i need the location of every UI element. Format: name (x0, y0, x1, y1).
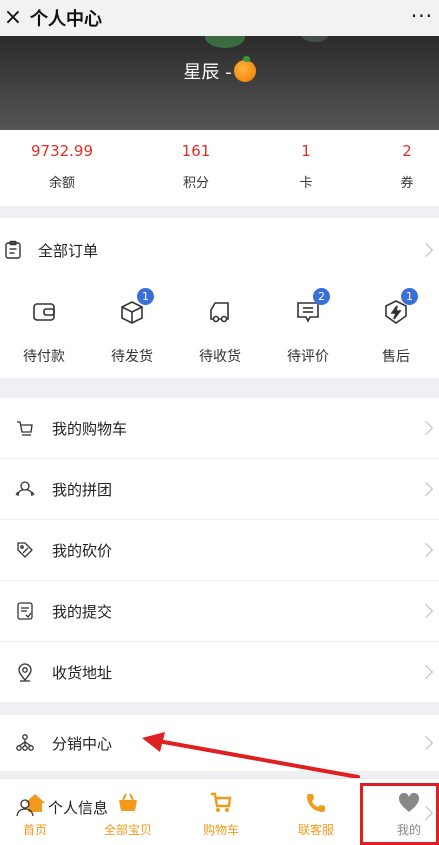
cart-icon (14, 417, 36, 439)
badge-count: 2 (313, 288, 330, 305)
wallet-icon (30, 298, 58, 326)
order-label: 待发货 (111, 349, 153, 365)
tab-label: 购物车 (202, 823, 239, 837)
document-check-icon (14, 600, 36, 622)
stat-value: 9732.99 (30, 142, 94, 160)
stat-value: 1 (301, 142, 311, 160)
stat-value: 2 (402, 142, 412, 160)
stat-label: 积分 (182, 176, 209, 191)
menu-label: 分销中心 (52, 734, 113, 753)
stat-label: 余额 (48, 176, 75, 191)
tab-label: 联客服 (297, 823, 334, 837)
annotation-highlight-box (360, 783, 439, 845)
menu-label: 我的提交 (52, 602, 113, 621)
stat-label: 卡 (299, 176, 313, 191)
group-users-icon (14, 478, 36, 500)
all-orders-row[interactable]: 全部订单 (0, 218, 439, 282)
more-menu-icon[interactable]: ··· (411, 0, 433, 32)
lightning-shield-icon: 1 (382, 288, 418, 326)
tab-customer-service[interactable]: 联客服 (281, 791, 351, 838)
chevron-right-icon (418, 242, 434, 258)
phone-icon (281, 791, 351, 819)
order-pending-payment[interactable]: 待付款 (4, 298, 84, 366)
order-after-sales[interactable]: 1 售后 (356, 288, 436, 366)
account-stats: 9732.99 余额 161 积分 1 卡 2 券 (0, 130, 439, 206)
order-label: 待收货 (199, 349, 241, 365)
stat-balance[interactable]: 9732.99 余额 (12, 142, 112, 191)
comment-icon: 2 (294, 288, 330, 326)
menu-label: 个人信息 (48, 798, 109, 817)
menu-group-buy[interactable]: 我的拼团 (0, 459, 439, 519)
user-nickname: 星辰 - (0, 56, 439, 84)
chevron-right-icon (418, 542, 434, 558)
tab-label: 首页 (22, 823, 47, 837)
all-orders-label: 全部订单 (38, 241, 99, 260)
orange-emoji-icon (233, 56, 256, 82)
chevron-right-icon (418, 481, 434, 497)
menu-label: 收货地址 (52, 663, 113, 682)
nickname-text: 星辰 - (183, 62, 232, 83)
cart-icon (186, 791, 256, 819)
stat-points[interactable]: 161 积分 (146, 142, 246, 191)
menu-label: 我的砍价 (52, 541, 113, 560)
stat-label: 券 (400, 176, 414, 191)
menu-address[interactable]: 收货地址 (0, 642, 439, 702)
page-title: 个人中心 (30, 9, 102, 30)
stat-value: 161 (181, 142, 211, 160)
order-label: 售后 (382, 349, 410, 365)
menu-label: 我的购物车 (52, 419, 128, 438)
location-pin-icon (14, 661, 36, 683)
tab-cart[interactable]: 购物车 (186, 791, 256, 838)
network-tree-icon (14, 732, 36, 754)
menu-distribution-center[interactable]: 分销中心 (0, 715, 439, 771)
order-status-bar: 待付款 1 待发货 待收货 2 待评价 1 售后 (0, 282, 439, 378)
background-decoration (205, 36, 245, 48)
chevron-right-icon (418, 420, 434, 436)
stat-cards[interactable]: 1 卡 (256, 142, 356, 191)
stat-coupons[interactable]: 2 券 (357, 142, 439, 191)
discount-tag-icon (14, 539, 36, 561)
badge-count: 1 (401, 288, 418, 305)
order-pending-review[interactable]: 2 待评价 (268, 288, 348, 366)
chevron-right-icon (418, 664, 434, 680)
user-icon (14, 796, 36, 818)
background-decoration (300, 36, 330, 42)
box-icon: 1 (118, 288, 154, 326)
close-icon[interactable]: × (0, 0, 26, 36)
menu-bargain[interactable]: 我的砍价 (0, 520, 439, 580)
menu-submissions[interactable]: 我的提交 (0, 581, 439, 641)
order-pending-receipt[interactable]: 待收货 (180, 298, 260, 366)
order-pending-shipment[interactable]: 1 待发货 (92, 288, 172, 366)
profile-banner: 星辰 - (0, 36, 439, 130)
title-bar: × 个人中心 ··· (0, 0, 439, 36)
order-list-icon (2, 239, 24, 261)
menu-cart[interactable]: 我的购物车 (0, 398, 439, 458)
order-label: 待付款 (23, 349, 65, 365)
order-label: 待评价 (287, 349, 329, 365)
menu-label: 我的拼团 (52, 480, 113, 499)
menu-personal-info[interactable]: 个人信息 (14, 796, 108, 818)
chevron-right-icon (418, 735, 434, 751)
chevron-right-icon (418, 603, 434, 619)
tab-label: 全部宝贝 (103, 823, 152, 837)
truck-icon (206, 298, 234, 326)
badge-count: 1 (137, 288, 154, 305)
